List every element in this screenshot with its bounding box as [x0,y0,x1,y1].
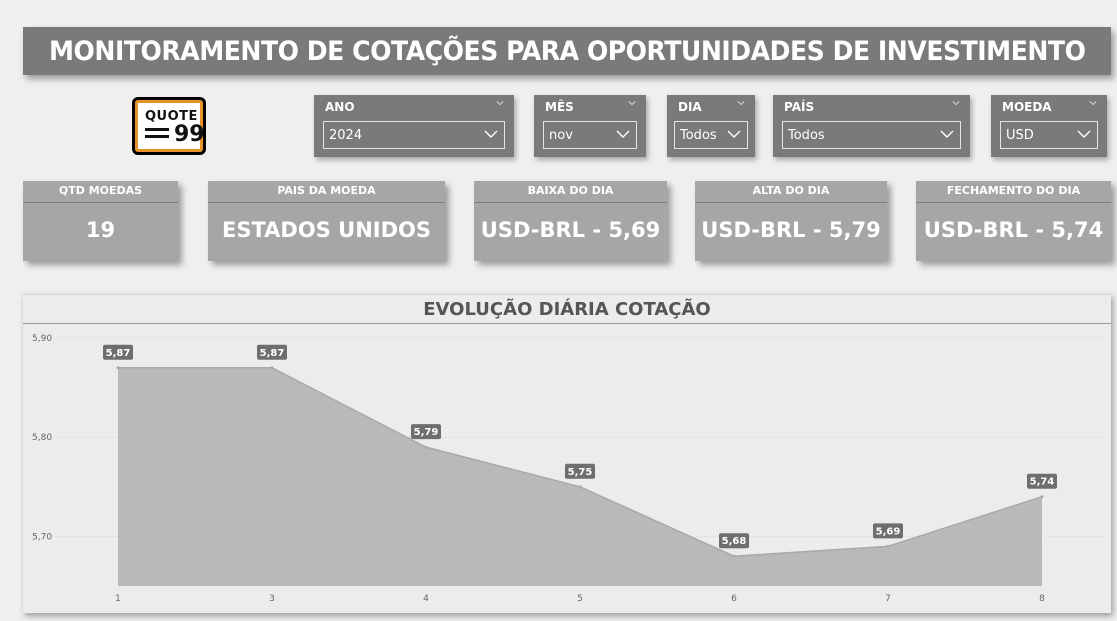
chevron-down-icon [484,130,498,138]
slicer-dropdown[interactable]: 2024 [323,121,505,149]
x-tick-label: 1 [115,594,121,604]
slicer-value: USD [1006,127,1034,143]
data-label: 5,79 [414,427,439,438]
data-label: 5,69 [876,526,901,537]
data-label: 5,68 [722,536,747,547]
dashboard-title-bar: MONITORAMENTO DE COTAÇÕES PARA OPORTUNID… [23,27,1111,75]
card-label: PAIS DA MOEDA [208,181,445,203]
slicer-value: Todos [680,127,717,143]
card-value: USD-BRL - 5,74 [923,218,1104,242]
card-label: BAIXA DO DIA [474,181,667,203]
data-label: 5,75 [568,467,593,478]
x-tick-label: 7 [885,594,891,604]
chevron-down-icon [727,130,741,138]
x-tick-label: 4 [423,594,429,604]
y-tick-label: 5,70 [32,532,52,542]
data-point [886,544,890,548]
slicer-dropdown[interactable]: Todos [782,121,961,149]
data-label: 5,87 [106,348,131,359]
slicer-pais[interactable]: PAÍS Todos [773,95,970,157]
chevron-down-icon [940,130,954,138]
chevron-down-icon [1077,130,1091,138]
data-point [116,366,120,370]
card-value: USD-BRL - 5,69 [480,218,661,242]
card-label: FECHAMENTO DO DIA [916,181,1111,203]
data-label: 5,74 [1030,477,1055,488]
data-point [732,554,736,558]
card-value: USD-BRL - 5,79 [701,218,881,242]
slicer-ano[interactable]: ANO 2024 [314,95,514,157]
x-tick-label: 6 [731,594,737,604]
slicer-label: PAÍS [784,100,815,114]
kpi-card-fechamento-do-dia: FECHAMENTO DO DIA USD-BRL - 5,74 [916,181,1111,261]
x-tick-label: 3 [269,594,275,604]
kpi-card-alta-do-dia: ALTA DO DIA USD-BRL - 5,79 [695,181,887,261]
slicer-dropdown[interactable]: nov [543,121,637,149]
data-point [1040,495,1044,499]
slicer-dropdown[interactable]: Todos [674,121,748,149]
x-tick-label: 8 [1039,594,1045,604]
page-title: MONITORAMENTO DE COTAÇÕES PARA OPORTUNID… [48,35,1086,67]
card-value: ESTADOS UNIDOS [222,218,431,242]
kpi-card-qtd-moedas: QTD MOEDAS 19 [23,181,178,261]
slicer-moeda[interactable]: MOEDA USD [991,95,1107,157]
slicer-label: DIA [678,100,702,114]
chevron-down-icon[interactable] [628,99,636,107]
card-value: 19 [85,218,116,242]
quote-logo-icon: QUOTE 99 [132,97,206,155]
slicer-label: MÊS [545,100,574,114]
card-label: ALTA DO DIA [695,181,887,203]
logo-marks: 99 [174,122,205,147]
data-point [270,366,274,370]
y-tick-label: 5,90 [32,334,52,344]
slicer-label: MOEDA [1002,100,1052,114]
chevron-down-icon[interactable] [1089,99,1097,107]
kpi-card-pais-da-moeda: PAIS DA MOEDA ESTADOS UNIDOS [208,181,445,261]
slicer-value: 2024 [329,127,363,143]
card-label: QTD MOEDAS [23,181,178,203]
chevron-down-icon[interactable] [737,99,745,107]
slicer-value: Todos [788,127,825,143]
chevron-down-icon[interactable] [496,99,504,107]
data-label: 5,87 [260,348,285,359]
chevron-down-icon [616,130,630,138]
slicer-label: ANO [325,100,355,114]
chevron-down-icon[interactable] [952,99,960,107]
area-chart: 5,90 5,80 5,70 5,87 1 5,87 3 5,79 4 5,75 5 5,68 6 5,6… [32,334,1103,604]
slicer-value: nov [549,127,573,143]
data-point [578,485,582,489]
kpi-card-baixa-do-dia: BAIXA DO DIA USD-BRL - 5,69 [474,181,667,261]
y-tick-label: 5,80 [32,433,52,443]
x-tick-label: 5 [577,594,583,604]
slicer-dia[interactable]: DIA Todos [667,95,755,157]
daily-quote-chart-panel: EVOLUÇÃO DIÁRIA COTAÇÃO 5,90 5,80 5,70 5,87… [23,294,1111,613]
slicer-dropdown[interactable]: USD [1000,121,1098,149]
slicer-mes[interactable]: MÊS nov [534,95,646,157]
data-point [424,445,428,449]
